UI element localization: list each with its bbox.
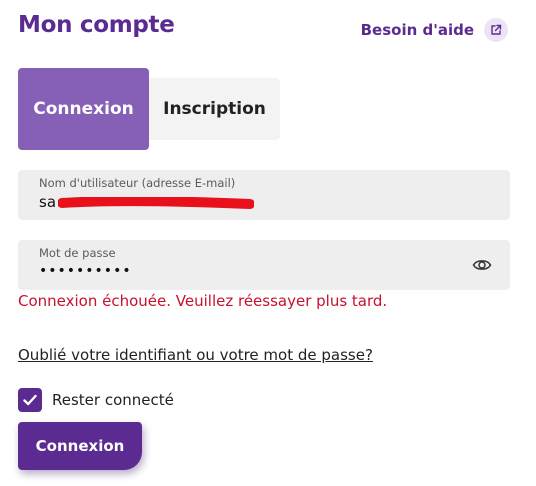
tab-inscription-label: Inscription bbox=[163, 99, 266, 119]
username-input[interactable] bbox=[39, 193, 489, 211]
login-button-label: Connexion bbox=[35, 437, 125, 455]
remember-checkbox[interactable] bbox=[18, 388, 42, 412]
login-button[interactable]: Connexion bbox=[18, 422, 142, 470]
help-label: Besoin d'aide bbox=[360, 21, 474, 39]
password-input[interactable] bbox=[39, 263, 489, 279]
password-field[interactable]: Mot de passe bbox=[18, 240, 510, 290]
error-message: Connexion échouée. Veuillez réessayer pl… bbox=[18, 292, 388, 310]
tab-connexion-label: Connexion bbox=[33, 99, 134, 119]
forgot-credentials-link[interactable]: Oublié votre identifiant ou votre mot de… bbox=[18, 346, 373, 364]
remember-me: Rester connecté bbox=[18, 388, 174, 412]
eye-icon[interactable] bbox=[472, 256, 492, 274]
account-page: Mon compte Besoin d'aide Connexion Inscr… bbox=[0, 0, 536, 486]
username-label: Nom d'utilisateur (adresse E-mail) bbox=[39, 176, 236, 190]
page-title: Mon compte bbox=[18, 12, 175, 38]
username-field[interactable]: Nom d'utilisateur (adresse E-mail) bbox=[18, 170, 510, 220]
help-link[interactable]: Besoin d'aide bbox=[361, 18, 508, 42]
external-link-icon bbox=[484, 18, 508, 42]
remember-label: Rester connecté bbox=[52, 391, 174, 409]
tab-connexion[interactable]: Connexion bbox=[18, 68, 149, 150]
check-icon bbox=[23, 394, 37, 406]
auth-tabs: Connexion Inscription bbox=[18, 68, 280, 150]
tab-inscription[interactable]: Inscription bbox=[149, 78, 280, 140]
password-label: Mot de passe bbox=[39, 246, 116, 260]
